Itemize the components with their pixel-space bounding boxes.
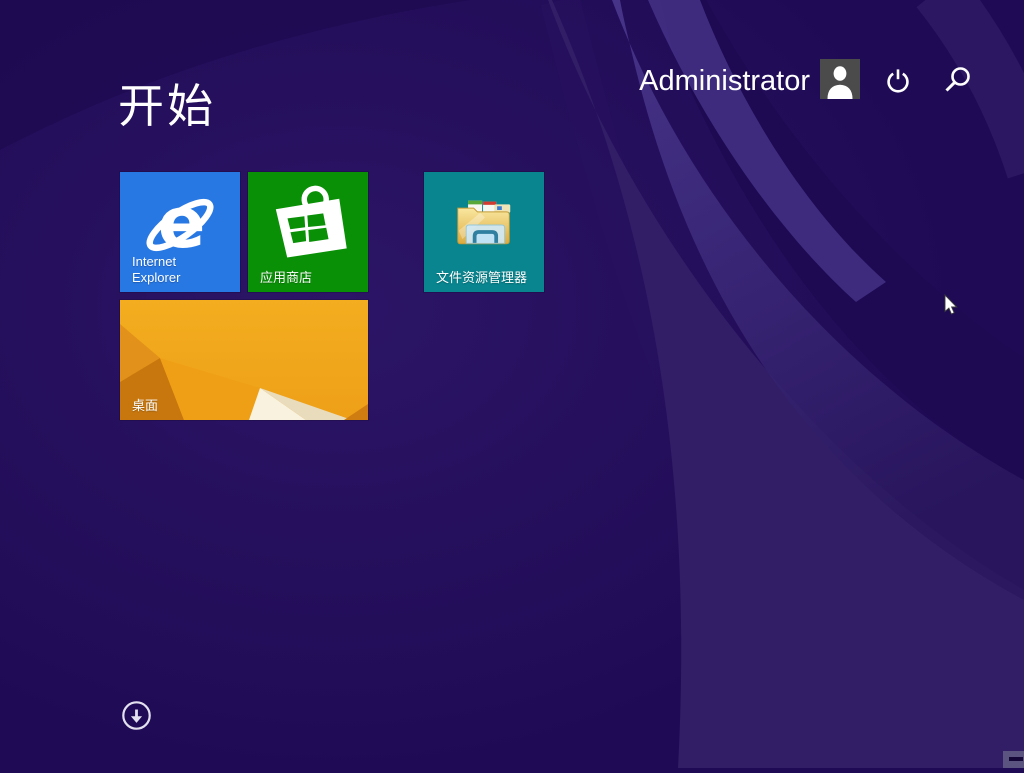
circled-down-arrow-icon (121, 700, 152, 731)
all-apps-button[interactable] (121, 700, 152, 731)
search-button[interactable] (940, 63, 974, 97)
tile-file-explorer[interactable]: 文件资源管理器 (424, 172, 544, 292)
tile-label-internet-explorer: Internet Explorer (132, 254, 180, 286)
search-icon (940, 63, 974, 97)
power-button[interactable] (882, 66, 914, 98)
tile-desktop[interactable]: 桌面 (120, 300, 368, 420)
tile-label-file-explorer: 文件资源管理器 (436, 270, 527, 286)
tile-label-store: 应用商店 (260, 270, 312, 286)
user-name[interactable]: Administrator (639, 63, 810, 99)
tile-store[interactable]: 应用商店 (248, 172, 368, 292)
tile-label-line: Explorer (132, 270, 180, 286)
folder-icon (454, 199, 514, 251)
page-title: 开始 (118, 83, 216, 129)
tile-label-line: Internet (132, 254, 180, 270)
scrollbar-thumb (1009, 757, 1023, 761)
scrollbar-corner[interactable] (1003, 751, 1024, 768)
store-bag-icon (264, 181, 352, 269)
tile-label-desktop: 桌面 (132, 398, 158, 414)
tile-internet-explorer[interactable]: e Internet Explorer (120, 172, 240, 292)
user-avatar[interactable] (820, 59, 860, 99)
svg-text:e: e (158, 183, 206, 264)
power-icon (882, 66, 914, 98)
user-silhouette-icon (820, 59, 860, 99)
